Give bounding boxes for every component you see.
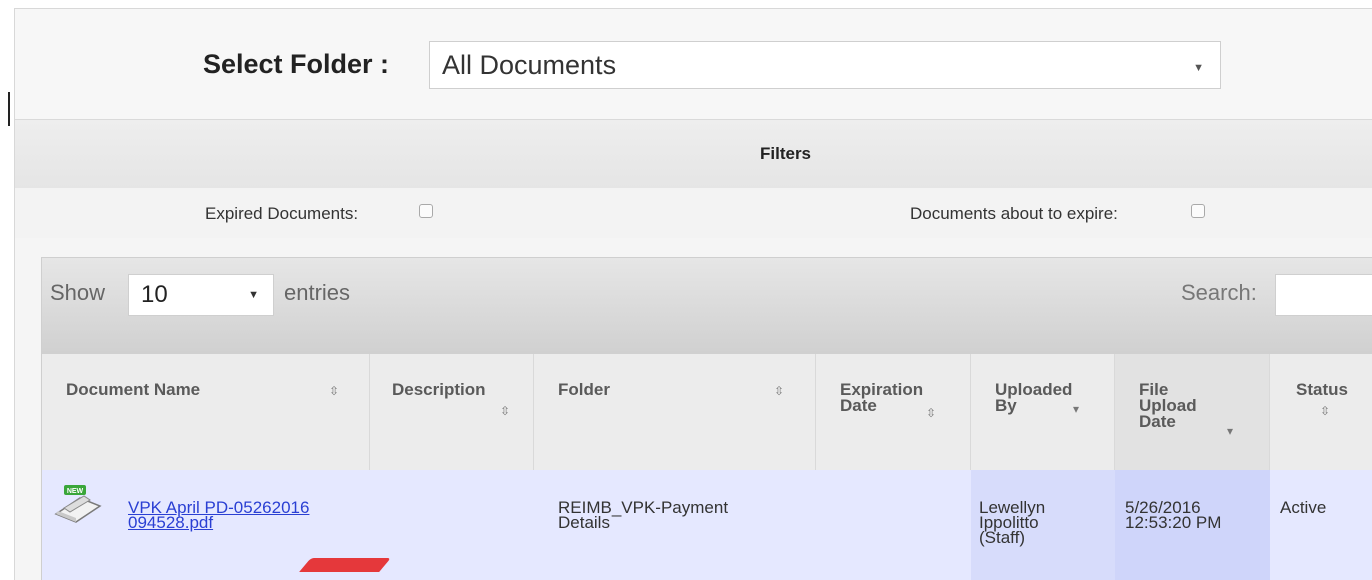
red-arrow-annotation <box>299 558 391 572</box>
column-header-uploaded-by[interactable]: Uploaded By ▾ <box>971 354 1115 470</box>
table-controls: Show 10 ▼ entries Search: <box>42 258 1372 354</box>
column-label: File Upload Date <box>1139 380 1197 431</box>
cell-file-upload-date: 5/26/2016 12:53:20 PM <box>1115 470 1270 580</box>
table-header: Document Name ⇳ Description ⇳ Folder ⇳ E… <box>42 354 1372 471</box>
cell-folder: REIMB_VPK-Payment Details <box>534 470 816 580</box>
cell-uploaded-by: Lewellyn Ippolitto (Staff) <box>971 470 1115 580</box>
column-header-status[interactable]: Status ⇳ <box>1270 354 1372 470</box>
cell-description <box>370 470 534 580</box>
column-label: Folder <box>558 380 610 399</box>
entries-length-value: 10 <box>141 281 168 308</box>
column-header-expiration-date[interactable]: Expiration Date ⇳ <box>816 354 971 470</box>
folder-select[interactable]: All Documents ▼ <box>429 41 1221 89</box>
status-text: Active <box>1280 498 1327 517</box>
column-header-folder[interactable]: Folder ⇳ <box>534 354 816 470</box>
uploaded-by-text: Lewellyn Ippolitto (Staff) <box>979 498 1046 547</box>
about-to-expire-checkbox[interactable] <box>1191 204 1205 218</box>
sort-icon: ⇳ <box>774 384 785 398</box>
folder-select-value: All Documents <box>442 50 617 80</box>
cell-status: Active <box>1270 470 1372 580</box>
document-new-icon: NEW <box>54 485 102 523</box>
documents-panel: Select Folder : All Documents ▼ Filters … <box>14 8 1372 580</box>
filters-title: Filters <box>760 144 812 163</box>
new-badge: NEW <box>67 488 84 495</box>
upload-date-text: 5/26/2016 12:53:20 PM <box>1125 498 1222 532</box>
folder-label: Select Folder : <box>203 49 390 79</box>
show-label: Show <box>50 280 106 305</box>
entries-length-select[interactable]: 10 ▼ <box>128 274 274 316</box>
search-input[interactable] <box>1275 274 1372 316</box>
expired-documents-checkbox[interactable] <box>419 204 433 218</box>
document-link[interactable]: VPK April PD-05262016 094528.pdf <box>128 499 388 531</box>
column-label: Status <box>1296 380 1348 399</box>
folder-text: REIMB_VPK-Payment Details <box>558 498 729 532</box>
about-to-expire-label: Documents about to expire: <box>910 204 1118 223</box>
cell-expiration-date <box>816 470 971 580</box>
search-label: Search: <box>1181 280 1257 305</box>
sort-icon: ⇳ <box>329 384 340 398</box>
chevron-down-icon: ▼ <box>1193 62 1204 74</box>
column-header-file-upload-date[interactable]: File Upload Date ▾ <box>1115 354 1270 470</box>
column-label: Expiration Date <box>840 380 924 415</box>
chevron-down-icon: ▼ <box>248 289 259 301</box>
sort-icon: ⇳ <box>926 406 937 420</box>
sort-desc-icon: ▾ <box>1073 402 1080 416</box>
column-header-document-name[interactable]: Document Name ⇳ <box>42 354 370 470</box>
column-header-description[interactable]: Description ⇳ <box>370 354 534 470</box>
filter-options-row: Expired Documents: Documents about to ex… <box>15 188 1372 238</box>
sort-icon: ⇳ <box>1320 404 1331 418</box>
column-label: Description <box>392 380 486 399</box>
expired-documents-label: Expired Documents: <box>205 204 359 223</box>
sort-desc-icon: ▾ <box>1227 424 1234 438</box>
documents-table: Show 10 ▼ entries Search: Document Name … <box>41 257 1372 580</box>
column-label: Document Name <box>66 380 201 399</box>
sort-icon: ⇳ <box>500 404 511 418</box>
table-row: NEW VPK April PD-05262016 094528.pdf REIM… <box>42 470 1372 580</box>
filters-bar: Filters <box>15 119 1372 189</box>
folder-selector-row: Select Folder : All Documents ▼ <box>15 9 1372 119</box>
entries-label: entries <box>284 280 351 305</box>
text-cursor <box>8 92 10 126</box>
column-label: Uploaded By <box>995 380 1073 415</box>
